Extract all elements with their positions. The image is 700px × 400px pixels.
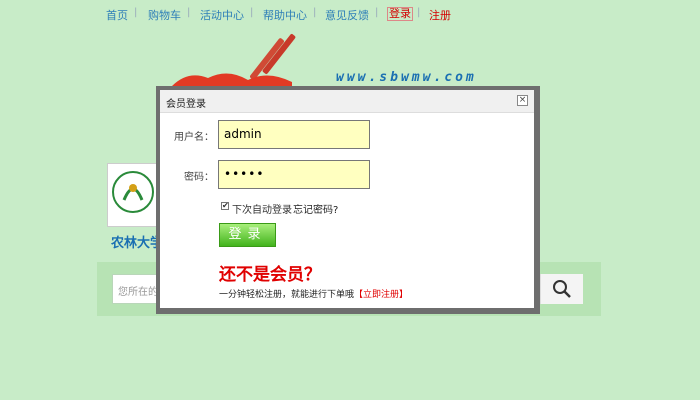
- dialog-header: 会员登录 ×: [160, 90, 534, 113]
- register-tip: 一分钟轻松注册，就能进行下单哦【立即注册】: [219, 287, 408, 300]
- site-logo: [168, 26, 338, 90]
- not-member-heading: 还不是会员？: [219, 265, 321, 285]
- nav-separator: |: [134, 7, 138, 18]
- search-button[interactable]: [540, 274, 583, 304]
- forgot-password-link[interactable]: 忘记密码?: [293, 201, 338, 216]
- password-field[interactable]: •••••: [218, 160, 370, 189]
- password-label: 密码：: [184, 172, 214, 183]
- nav-help-link[interactable]: 帮助中心: [263, 7, 307, 23]
- nav-separator: |: [187, 7, 191, 18]
- nav-home-link[interactable]: 首页: [106, 7, 128, 23]
- search-icon: [553, 280, 571, 298]
- nav-activity-link[interactable]: 活动中心: [200, 7, 244, 23]
- register-tip-text: 一分钟轻松注册，就能进行下单哦: [219, 290, 355, 300]
- nav-feedback-link[interactable]: 意见反馈: [325, 7, 369, 23]
- nav-separator: |: [313, 7, 317, 18]
- nav-cart-link[interactable]: 购物车: [148, 7, 181, 23]
- school-emblem: [107, 163, 161, 227]
- login-dialog: 会员登录 × 用户名： admin 密码： ••••• ✔ 下次自动登录 忘记密…: [160, 90, 534, 308]
- username-field[interactable]: admin: [218, 120, 370, 149]
- nav-login-link[interactable]: 登录: [387, 7, 413, 21]
- search-placeholder: 您所在的: [118, 287, 158, 298]
- site-domain: www.sbwmw.com: [336, 70, 477, 85]
- login-button[interactable]: 登录: [219, 223, 276, 247]
- nav-separator: |: [417, 7, 421, 18]
- nav-separator: |: [250, 7, 254, 18]
- remember-label: 下次自动登录: [232, 205, 292, 216]
- dialog-title: 会员登录: [166, 99, 206, 110]
- nav-register-link[interactable]: 注册: [429, 7, 451, 23]
- close-icon[interactable]: ×: [517, 95, 528, 106]
- nav-separator: |: [375, 7, 379, 18]
- register-now-link[interactable]: 【立即注册】: [354, 290, 408, 300]
- remember-checkbox[interactable]: ✔: [221, 202, 229, 210]
- username-label: 用户名：: [174, 132, 214, 143]
- top-nav: 首页 | 购物车 | 活动中心 | 帮助中心 | 意见反馈 | 登录 | 注册: [0, 0, 700, 26]
